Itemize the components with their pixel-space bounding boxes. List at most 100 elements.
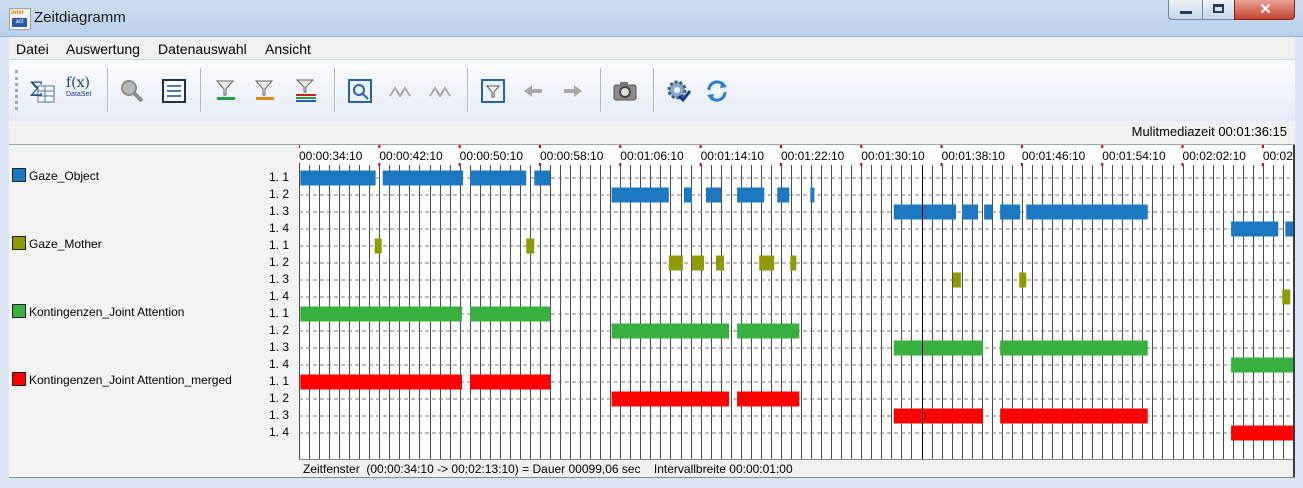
tick-label: 00:01:06:10	[620, 149, 684, 163]
magnifier-disabled-icon[interactable]	[119, 78, 145, 104]
toolbar: Σ f(x) DataSet	[9, 59, 1295, 123]
interval-bar	[470, 306, 551, 322]
interval-bar	[300, 374, 462, 390]
settings-check-icon[interactable]	[665, 78, 691, 104]
tick-marker	[619, 145, 622, 148]
interval-bar	[683, 187, 692, 203]
menu-datenauswahl[interactable]: Datenauswahl	[158, 41, 247, 57]
interval-bar	[534, 170, 551, 186]
row-label: 1. 2	[269, 323, 290, 337]
filter-green-icon[interactable]	[213, 78, 239, 104]
title-bar[interactable]: inter act Zeitdiagramm ✕	[0, 0, 1303, 37]
function-dataset-icon[interactable]: f(x) DataSet	[66, 76, 96, 102]
tick-label: 00:02:02:10	[1183, 149, 1247, 163]
refresh-icon[interactable]	[704, 78, 730, 104]
interval-bar	[952, 272, 961, 288]
interval-bar	[705, 187, 722, 203]
tick-label: 00:00:50:10	[460, 149, 524, 163]
interval-bar	[300, 170, 376, 186]
row-label: 1. 1	[269, 170, 290, 184]
filter-window-icon[interactable]	[480, 78, 506, 104]
menu-auswertung[interactable]: Auswertung	[66, 41, 140, 57]
legend-group-name: Kontingenzen_Joint Attention	[29, 305, 185, 319]
tick-marker	[1261, 163, 1264, 166]
interval-bar	[470, 170, 527, 186]
maximize-button[interactable]	[1202, 0, 1235, 20]
toolbar-grip[interactable]	[15, 70, 21, 110]
list-view-icon[interactable]	[161, 78, 187, 104]
legend-group[interactable]: Kontingenzen_Joint Attention	[12, 304, 184, 319]
row-label: 1. 1	[269, 374, 290, 388]
interval-bar	[1282, 289, 1291, 305]
tick-marker	[779, 163, 782, 166]
tick-marker	[538, 163, 541, 166]
row-label: 1. 3	[269, 204, 290, 218]
tick-marker	[779, 145, 782, 148]
tick-marker	[860, 163, 863, 166]
minimize-button[interactable]	[1168, 0, 1203, 20]
window-title: Zeitdiagramm	[34, 9, 126, 26]
tick-label: 00:01:54:10	[1102, 149, 1166, 163]
legend-group[interactable]: Gaze_Mother	[12, 236, 102, 251]
interval-bar	[790, 255, 797, 271]
connect2-disabled-icon[interactable]	[427, 78, 453, 104]
tick-marker	[1261, 145, 1264, 148]
row-label: 1. 2	[269, 391, 290, 405]
legend-group-name: Gaze_Mother	[29, 237, 102, 251]
row-label: 1. 1	[269, 238, 290, 252]
interval-bar	[716, 255, 725, 271]
tick-label: 00:00:42:10	[379, 149, 443, 163]
legend-group-name: Gaze_Object	[29, 169, 100, 183]
interval-bar	[759, 255, 775, 271]
row-label: 1. 1	[269, 306, 290, 320]
interval-bar	[1019, 272, 1027, 288]
interval-bar	[1000, 204, 1021, 220]
app-icon: inter act	[9, 8, 31, 30]
toolbar-separator	[600, 68, 602, 112]
timeline-chart[interactable]: 00:00:34:10 00:00:42:10 00:00:50:10 00:00:5…	[299, 145, 1293, 459]
sum-table-icon[interactable]: Σ	[29, 78, 55, 104]
legend-group[interactable]: Gaze_Object	[12, 168, 99, 183]
tick-label: 00:00:58:10	[540, 149, 604, 163]
interval-bar	[611, 323, 730, 339]
tick-marker	[378, 163, 381, 166]
zoom-window-icon[interactable]	[347, 78, 373, 104]
tick-marker	[299, 145, 300, 148]
toolbar-separator	[107, 68, 109, 112]
interval-bar	[300, 306, 462, 322]
maximize-icon	[1213, 4, 1224, 13]
interval-bar	[893, 204, 956, 220]
tick-marker	[699, 163, 702, 166]
multimedia-time: Mulitmediazeit 00:01:36:15	[1131, 124, 1287, 139]
filter-multi-icon[interactable]	[293, 78, 319, 104]
tick-marker	[699, 145, 702, 148]
tick-label: 00:01:46:10	[1022, 149, 1086, 163]
interval-bar	[777, 187, 790, 203]
tick-marker	[860, 145, 863, 148]
toolbar-separator	[200, 68, 202, 112]
tick-label: 00:01:38:10	[942, 149, 1006, 163]
interval-bar	[611, 391, 730, 407]
interval-bar	[893, 340, 984, 356]
tick-marker	[1181, 163, 1184, 166]
menu-datei[interactable]: Datei	[16, 41, 49, 57]
connect-disabled-icon[interactable]	[387, 78, 413, 104]
close-button[interactable]: ✕	[1234, 0, 1295, 20]
interval-bar	[382, 170, 463, 186]
menu-ansicht[interactable]: Ansicht	[265, 41, 311, 57]
camera-icon[interactable]	[612, 78, 638, 104]
tick-marker	[940, 163, 943, 166]
filter-orange-icon[interactable]	[252, 78, 278, 104]
interval-bar	[984, 204, 993, 220]
legend-swatch	[12, 304, 26, 318]
arrow-right-disabled-icon[interactable]	[560, 78, 586, 104]
timeline-svg[interactable]: 00:00:34:10 00:00:42:10 00:00:50:10 00:00:5…	[299, 145, 1293, 459]
legend-group[interactable]: Kontingenzen_Joint Attention_merged	[12, 372, 232, 387]
row-label: 1. 2	[269, 187, 290, 201]
tick-marker	[1020, 163, 1023, 166]
row-label: 1. 3	[269, 408, 290, 422]
menu-bar: Datei Auswertung Datenauswahl Ansicht	[9, 37, 1295, 59]
status-bar: Zeitfenster (00:00:34:10 -> 00:02:13:10)…	[299, 459, 1293, 478]
interval-bar	[374, 238, 382, 254]
arrow-left-disabled-icon[interactable]	[520, 78, 546, 104]
